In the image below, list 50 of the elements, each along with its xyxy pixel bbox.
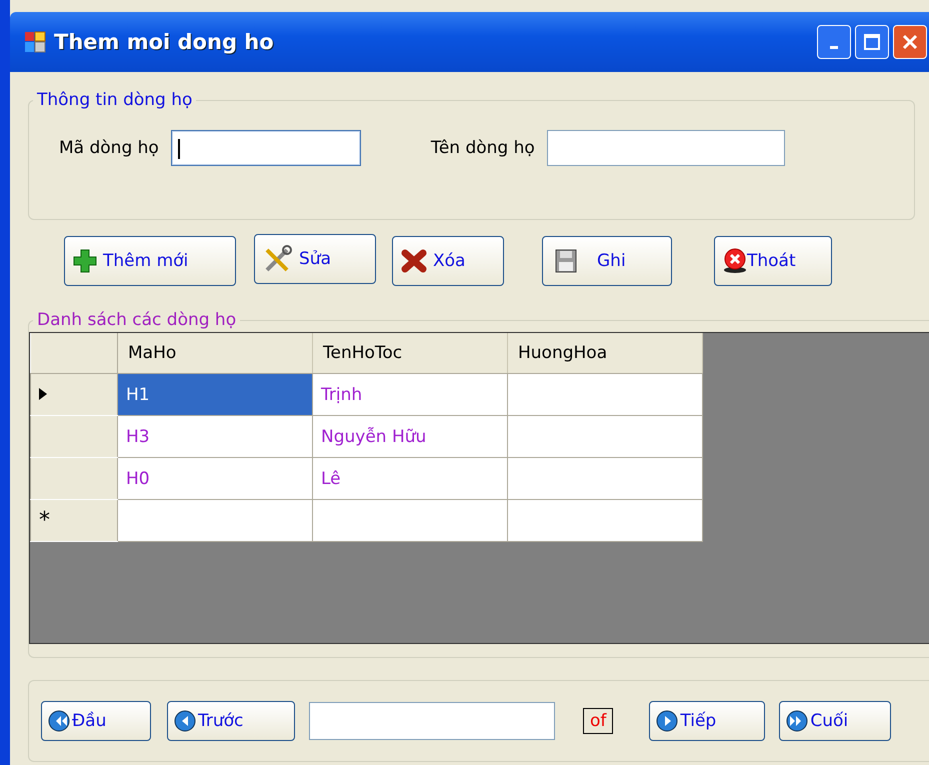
row-header[interactable] bbox=[30, 458, 118, 500]
maximize-button[interactable] bbox=[855, 25, 889, 59]
row-header[interactable] bbox=[30, 416, 118, 458]
table-cell[interactable]: Nguyễn Hữu bbox=[312, 416, 508, 458]
next-button[interactable]: Tiếp bbox=[649, 701, 766, 741]
window-title: Them moi dong ho bbox=[54, 30, 274, 54]
plus-icon bbox=[73, 249, 97, 273]
table-cell[interactable] bbox=[118, 500, 312, 542]
row-header[interactable] bbox=[30, 374, 118, 416]
minimize-icon bbox=[830, 46, 838, 48]
close-button[interactable] bbox=[893, 25, 927, 59]
column-header[interactable]: MaHo bbox=[118, 333, 312, 374]
table-cell[interactable]: Trịnh bbox=[312, 374, 508, 416]
window-grid-icon bbox=[24, 31, 46, 53]
save-button[interactable]: Ghi bbox=[542, 236, 672, 286]
last-button[interactable]: Cuối bbox=[779, 701, 892, 741]
input-field[interactable] bbox=[546, 130, 785, 166]
table-cell[interactable]: Lê bbox=[312, 458, 508, 500]
new-row-marker: * bbox=[39, 508, 50, 533]
table-cell[interactable] bbox=[508, 458, 702, 500]
maximize-icon bbox=[863, 33, 881, 51]
table-cell[interactable]: H1 bbox=[118, 374, 312, 416]
minimize-button[interactable] bbox=[817, 25, 851, 59]
prev-button[interactable]: Trước bbox=[167, 701, 295, 741]
table-cell[interactable] bbox=[508, 374, 702, 416]
group-title: Danh sách các dòng họ bbox=[36, 310, 238, 330]
x-icon bbox=[401, 249, 427, 273]
stop-icon bbox=[723, 248, 747, 274]
group-title: Thông tin dòng họ bbox=[36, 90, 194, 110]
position-field[interactable] bbox=[309, 702, 555, 740]
add-button[interactable]: Thêm mới bbox=[64, 236, 236, 286]
row-header[interactable]: * bbox=[30, 500, 118, 542]
column-header[interactable]: HuongHoa bbox=[508, 333, 702, 374]
exit-button[interactable]: Thoát bbox=[714, 236, 832, 286]
field-label: Mã dòng họ bbox=[59, 138, 159, 158]
field-label: Tên dòng họ bbox=[430, 138, 535, 158]
table-cell[interactable] bbox=[508, 500, 702, 542]
table-cell[interactable] bbox=[508, 416, 702, 458]
current-row-arrow-icon bbox=[39, 388, 47, 400]
column-header[interactable]: TenHoToc bbox=[312, 333, 508, 374]
input-field[interactable] bbox=[170, 130, 361, 166]
table-cell[interactable]: H3 bbox=[118, 416, 312, 458]
table-cell[interactable]: H0 bbox=[118, 458, 312, 500]
close-icon bbox=[901, 33, 919, 51]
table-cell[interactable] bbox=[312, 500, 508, 542]
first-button[interactable]: Đầu bbox=[41, 701, 151, 741]
tools-icon bbox=[263, 244, 293, 274]
delete-button[interactable]: Xóa bbox=[392, 236, 504, 286]
count-label: of bbox=[583, 708, 614, 734]
edit-button[interactable]: Sửa bbox=[254, 234, 376, 284]
